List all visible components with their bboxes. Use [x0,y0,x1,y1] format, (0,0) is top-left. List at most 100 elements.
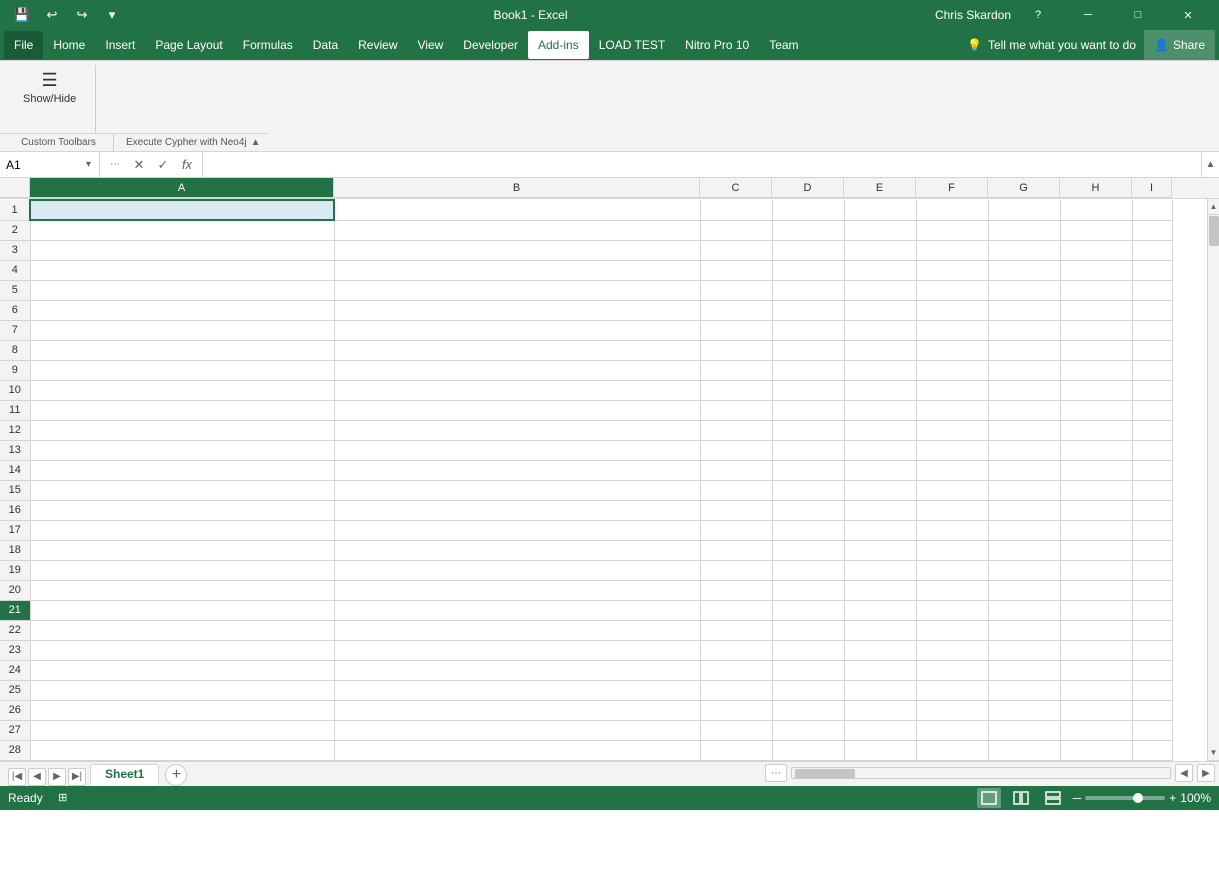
cell-B16[interactable] [334,500,700,520]
more-functions-button[interactable]: ⋯ [104,154,126,176]
cell-A26[interactable] [30,700,334,720]
cell-E7[interactable] [844,320,916,340]
cell-I17[interactable] [1132,520,1172,540]
scroll-up-button[interactable]: ▲ [1208,199,1219,215]
cell-F15[interactable] [916,480,988,500]
cell-E14[interactable] [844,460,916,480]
cell-D8[interactable] [772,340,844,360]
cell-D18[interactable] [772,540,844,560]
cell-A6[interactable] [30,300,334,320]
cell-D20[interactable] [772,580,844,600]
cell-E2[interactable] [844,220,916,240]
col-header-g[interactable]: G [988,178,1060,198]
cell-F10[interactable] [916,380,988,400]
cell-D17[interactable] [772,520,844,540]
row-header-14[interactable]: 14 [0,460,30,480]
cell-C5[interactable] [700,280,772,300]
cell-D1[interactable] [772,200,844,220]
cell-E12[interactable] [844,420,916,440]
cell-C4[interactable] [700,260,772,280]
cell-A12[interactable] [30,420,334,440]
row-header-17[interactable]: 17 [0,520,30,540]
cell-D16[interactable] [772,500,844,520]
cell-H14[interactable] [1060,460,1132,480]
cell-I3[interactable] [1132,240,1172,260]
cell-D22[interactable] [772,620,844,640]
quick-access-dropdown[interactable]: ▾ [98,1,126,29]
cell-D19[interactable] [772,560,844,580]
cell-H28[interactable] [1060,740,1132,760]
col-header-h[interactable]: H [1060,178,1132,198]
cell-B7[interactable] [334,320,700,340]
row-header-27[interactable]: 27 [0,720,30,740]
cell-B2[interactable] [334,220,700,240]
cell-H11[interactable] [1060,400,1132,420]
col-header-d[interactable]: D [772,178,844,198]
cell-I9[interactable] [1132,360,1172,380]
cell-H2[interactable] [1060,220,1132,240]
cell-E22[interactable] [844,620,916,640]
row-header-23[interactable]: 23 [0,640,30,660]
cell-A18[interactable] [30,540,334,560]
cell-I19[interactable] [1132,560,1172,580]
cell-I15[interactable] [1132,480,1172,500]
redo-button[interactable]: ↪ [68,1,96,29]
cell-D2[interactable] [772,220,844,240]
cell-F14[interactable] [916,460,988,480]
cell-H22[interactable] [1060,620,1132,640]
cell-I28[interactable] [1132,740,1172,760]
cell-A3[interactable] [30,240,334,260]
cell-H18[interactable] [1060,540,1132,560]
cell-E27[interactable] [844,720,916,740]
cell-I2[interactable] [1132,220,1172,240]
cell-B9[interactable] [334,360,700,380]
cell-C24[interactable] [700,660,772,680]
cell-A9[interactable] [30,360,334,380]
cell-D15[interactable] [772,480,844,500]
cell-C2[interactable] [700,220,772,240]
cell-I10[interactable] [1132,380,1172,400]
row-header-3[interactable]: 3 [0,240,30,260]
cell-A27[interactable] [30,720,334,740]
cell-I22[interactable] [1132,620,1172,640]
cell-B21[interactable] [334,600,700,620]
cell-C13[interactable] [700,440,772,460]
cell-C21[interactable] [700,600,772,620]
cell-B18[interactable] [334,540,700,560]
cell-C25[interactable] [700,680,772,700]
row-header-28[interactable]: 28 [0,740,30,760]
col-header-f[interactable]: F [916,178,988,198]
cell-A22[interactable] [30,620,334,640]
cell-F2[interactable] [916,220,988,240]
cell-F1[interactable] [916,200,988,220]
menu-item-insert[interactable]: Insert [95,31,145,59]
cell-C17[interactable] [700,520,772,540]
cell-D7[interactable] [772,320,844,340]
row-header-2[interactable]: 2 [0,220,30,240]
page-break-preview-button[interactable] [1041,788,1065,808]
menu-item-team[interactable]: Team [759,31,808,59]
cell-I16[interactable] [1132,500,1172,520]
cell-C26[interactable] [700,700,772,720]
col-header-c[interactable]: C [700,178,772,198]
cell-G28[interactable] [988,740,1060,760]
cell-H9[interactable] [1060,360,1132,380]
cell-D12[interactable] [772,420,844,440]
cell-C27[interactable] [700,720,772,740]
cell-E19[interactable] [844,560,916,580]
menu-item-review[interactable]: Review [348,31,407,59]
cell-D3[interactable] [772,240,844,260]
cell-G20[interactable] [988,580,1060,600]
row-header-25[interactable]: 25 [0,680,30,700]
cell-G14[interactable] [988,460,1060,480]
cell-A28[interactable] [30,740,334,760]
cell-D10[interactable] [772,380,844,400]
cell-I8[interactable] [1132,340,1172,360]
zoom-out-button[interactable]: ─ [1073,791,1082,805]
scroll-thumb[interactable] [1209,216,1219,246]
cell-ref-dropdown-icon[interactable]: ▾ [86,159,91,170]
zoom-thumb[interactable] [1133,793,1143,803]
cell-B17[interactable] [334,520,700,540]
cell-G24[interactable] [988,660,1060,680]
row-header-7[interactable]: 7 [0,320,30,340]
